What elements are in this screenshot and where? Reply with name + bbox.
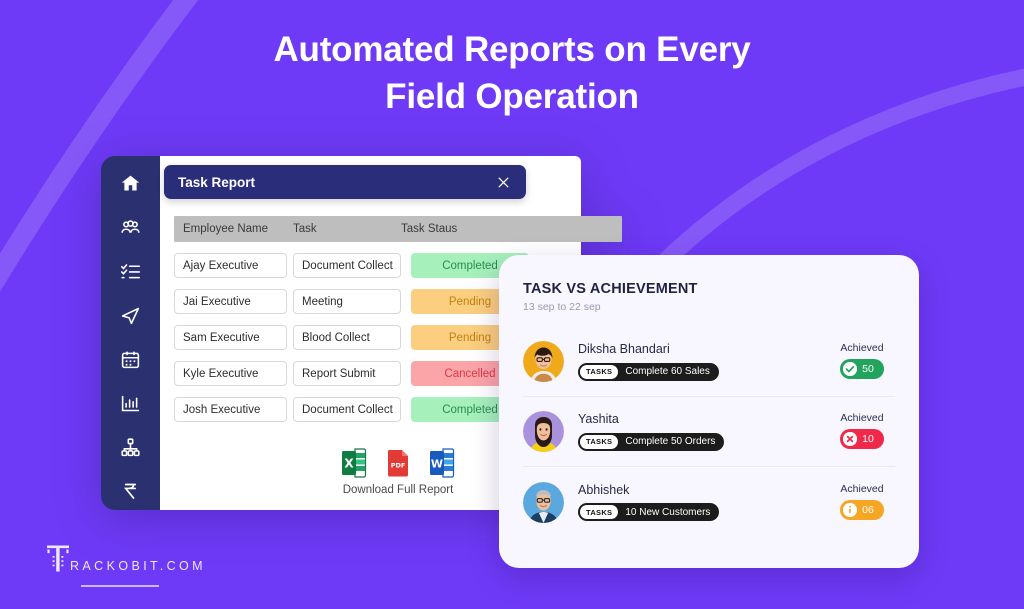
headline-line-1: Automated Reports on Every	[273, 30, 751, 69]
employee-field[interactable]: Sam Executive	[174, 325, 287, 350]
excel-icon[interactable]: X	[341, 448, 367, 478]
task-field[interactable]: Meeting	[293, 289, 401, 314]
table-header-row: Employee Name Task Task Staus	[174, 216, 622, 242]
task-report-header: Task Report	[164, 165, 526, 199]
list-item: Yashita TASKS Complete 50 Orders Achieve…	[523, 397, 895, 467]
avatar	[523, 481, 564, 523]
sidebar-item-sitemap[interactable]	[118, 434, 144, 460]
achieved-label: Achieved	[840, 482, 884, 495]
achievement-result: Achieved 50	[829, 342, 895, 381]
sidebar-item-home[interactable]	[118, 170, 144, 196]
column-header-task: Task	[293, 223, 317, 235]
word-icon[interactable]: W	[429, 448, 455, 478]
tasks-tag: TASKS	[580, 364, 619, 379]
svg-text:X: X	[344, 457, 354, 471]
task-description: Complete 50 Orders	[625, 436, 716, 448]
employee-field[interactable]: Kyle Executive	[174, 361, 287, 386]
pdf-icon[interactable]: PDF	[385, 448, 411, 478]
task-pill: TASKS Complete 50 Orders	[578, 432, 725, 451]
employee-field[interactable]: Josh Executive	[174, 397, 287, 422]
achievement-info: Diksha Bhandari TASKS Complete 60 Sales	[564, 342, 829, 381]
employee-field[interactable]: Jai Executive	[174, 289, 287, 314]
check-circle-icon	[843, 362, 858, 376]
achievement-badge: 50	[840, 359, 884, 379]
achievement-list: Diksha Bhandari TASKS Complete 60 Sales …	[523, 327, 895, 537]
task-field[interactable]: Document Collect	[293, 397, 401, 422]
logo-underline	[81, 585, 159, 587]
person-name: Abhishek	[578, 482, 630, 497]
employee-field[interactable]: Ajay Executive	[174, 253, 287, 278]
svg-text:PDF: PDF	[391, 462, 406, 470]
achievement-value: 10	[862, 433, 874, 445]
task-pill: TASKS 10 New Customers	[578, 503, 720, 522]
page-root: Automated Reports on Every Field Operati…	[0, 0, 1024, 609]
task-vs-achievement-card: TASK VS ACHIEVEMENT 13 sep to 22 sep Dik…	[499, 255, 919, 568]
achievement-result: Achieved 10	[829, 412, 895, 451]
achievement-title: TASK VS ACHIEVEMENT	[523, 281, 698, 297]
sidebar-item-bar-chart[interactable]	[118, 390, 144, 416]
download-label[interactable]: Download Full Report	[343, 484, 454, 496]
achievement-badge: 06	[840, 499, 884, 520]
cross-circle-icon	[843, 432, 858, 446]
sidebar-item-rupee[interactable]	[118, 478, 144, 504]
tasks-tag: TASKS	[580, 505, 619, 520]
column-header-employee: Employee Name	[183, 223, 269, 235]
achievement-info: Yashita TASKS Complete 50 Orders	[564, 412, 829, 451]
achievement-info: Abhishek TASKS 10 New Customers	[564, 483, 829, 522]
close-icon[interactable]	[494, 173, 512, 191]
task-field[interactable]: Blood Collect	[293, 325, 401, 350]
logo-text: RACKOBIT.COM	[70, 559, 206, 573]
brand-logo: RACKOBIT.COM	[44, 542, 206, 587]
svg-text:W: W	[431, 458, 443, 471]
column-header-status: Task Staus	[401, 223, 458, 235]
sidebar-item-users[interactable]	[118, 214, 144, 240]
achievement-result: Achieved 06	[829, 483, 895, 522]
task-description: Complete 60 Sales	[625, 366, 710, 378]
achievement-date-range: 13 sep to 22 sep	[523, 301, 601, 313]
info-circle-icon	[843, 502, 858, 517]
app-sidebar	[101, 156, 160, 510]
achievement-value: 06	[862, 503, 874, 516]
task-description: 10 New Customers	[625, 506, 711, 518]
avatar	[523, 411, 564, 452]
sidebar-item-calendar[interactable]	[118, 346, 144, 372]
trackobit-mark-icon	[44, 542, 72, 576]
achievement-value: 50	[862, 363, 874, 375]
tasks-tag: TASKS	[580, 434, 619, 449]
task-field[interactable]: Document Collect	[293, 253, 401, 278]
achieved-label: Achieved	[840, 342, 884, 354]
list-item: Diksha Bhandari TASKS Complete 60 Sales …	[523, 327, 895, 397]
achieved-label: Achieved	[840, 412, 884, 424]
modal-title: Task Report	[178, 174, 256, 190]
avatar	[523, 341, 564, 382]
task-pill: TASKS Complete 60 Sales	[578, 362, 719, 381]
sidebar-item-checklist[interactable]	[118, 258, 144, 284]
file-format-icons: X PDF W	[341, 448, 455, 478]
task-field[interactable]: Report Submit	[293, 361, 401, 386]
person-name: Yashita	[578, 412, 619, 427]
page-title: Automated Reports on Every Field Operati…	[0, 26, 1024, 120]
person-name: Diksha Bhandari	[578, 342, 670, 357]
list-item: Abhishek TASKS 10 New Customers Achieved…	[523, 467, 895, 537]
achievement-badge: 10	[840, 429, 884, 449]
sidebar-item-send[interactable]	[118, 302, 144, 328]
headline-line-2: Field Operation	[385, 77, 639, 116]
